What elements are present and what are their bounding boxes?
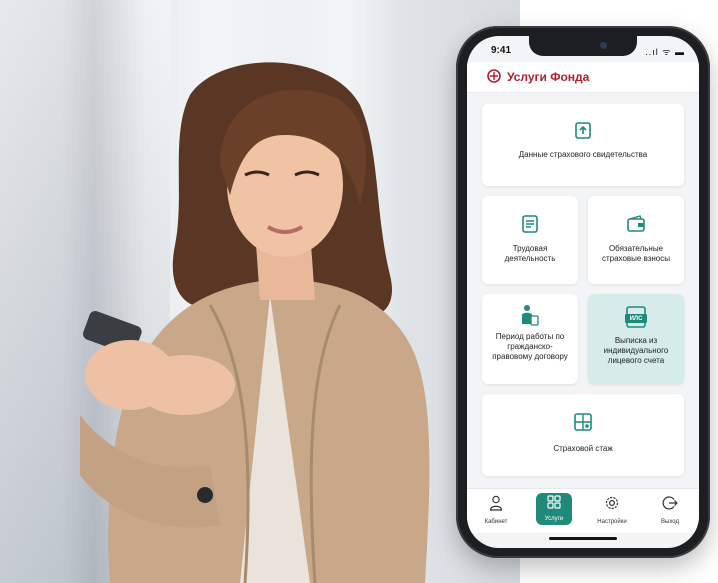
card-mandatory-contributions[interactable]: Обязательные страховые взносы [588,196,684,284]
phone-mockup: 9:41 ..ıl ᯤ ▬ Услуги Фонда Данные страхо… [456,26,710,558]
phone-screen: 9:41 ..ıl ᯤ ▬ Услуги Фонда Данные страхо… [467,36,699,548]
card-label: Обязательные страховые взносы [601,244,671,263]
status-time: 9:41 [491,45,512,56]
ils-icon-text: ИЛС [629,316,643,322]
tab-cabinet[interactable]: Кабинет [467,489,525,533]
background-photo [0,0,520,583]
tab-logout[interactable]: Выход [641,489,699,533]
card-label: Период работы по гражданско-правовому до… [492,332,568,361]
document-upload-icon [575,122,591,139]
tab-label: Выход [661,519,679,525]
card-individual-account-statement[interactable]: ИЛС Выписка из индивидуального лицевого … [588,294,684,384]
tab-label: Кабинет [484,519,508,525]
gear-icon [605,496,619,510]
card-label: Данные страхового свидетельства [518,150,648,159]
woman-with-phone-illustration [80,62,430,583]
card-label: Страховой стаж [553,444,613,453]
card-civil-contract-period[interactable]: Период работы по гражданско-правовому до… [482,294,578,384]
card-work-activity[interactable]: Трудовая деятельность [482,196,578,284]
person-icon [489,495,503,511]
wallet-icon [627,215,645,232]
tab-label: Услуги [544,516,564,522]
home-indicator[interactable] [549,537,617,540]
app-title: Услуги Фонда [507,70,590,84]
promo-banner: 9:41 ..ıl ᯤ ▬ Услуги Фонда Данные страхо… [0,0,718,583]
bottom-tab-bar: Кабинет Услуги Настройки Выход [467,488,699,533]
phone-notch [529,36,637,56]
tab-services[interactable]: Услуги [525,489,583,533]
tab-settings[interactable]: Настройки [583,489,641,533]
camera-icon [600,42,607,49]
card-insurance-experience[interactable]: Страховой стаж [482,394,684,476]
person-document-icon [522,305,539,326]
logout-icon [662,496,678,510]
status-system-icons: ..ıl ᯤ ▬ [645,47,685,57]
card-label: Выписка из индивидуального лицевого счет… [603,336,669,365]
card-label: Трудовая деятельность [504,244,556,263]
grid-calc-icon [574,413,592,431]
fund-logo-icon [487,69,501,83]
tab-label: Настройки [597,519,627,525]
services-grid-icon [547,495,561,509]
card-insurance-certificate[interactable]: Данные страхового свидетельства [482,104,684,186]
document-list-icon [522,215,538,233]
